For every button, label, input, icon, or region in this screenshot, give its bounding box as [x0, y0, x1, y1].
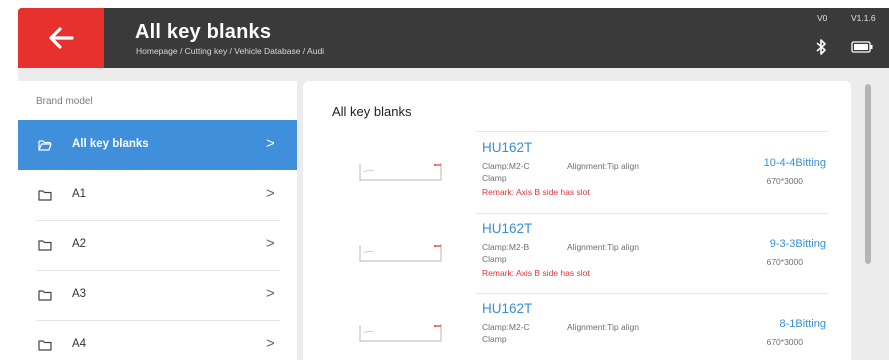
remark-text: Remark: Axis B side has slot: [482, 187, 590, 197]
key-blade-icon: [359, 163, 442, 181]
key-model: HU162T: [482, 301, 533, 316]
chevron-right-icon: >: [266, 235, 275, 252]
alignment-info: Alignment:Tip align: [567, 242, 639, 252]
scrollbar-thumb[interactable]: [865, 84, 871, 264]
device-frame: All key blanks Homepage / Cutting key / …: [0, 0, 889, 360]
sidebar-item-label: A3: [72, 288, 87, 300]
clamp-note: Clamp: [482, 334, 507, 344]
sidebar-item-label: A1: [72, 188, 87, 200]
brand-model-sidebar: Brand model All key blanks > A1 > A2 > A…: [18, 81, 297, 360]
arrow-left-icon: [49, 27, 74, 49]
sidebar-item-label: All key blanks: [72, 138, 149, 150]
clamp-info: Clamp:M2-B: [482, 242, 530, 252]
key-blade-icon: [359, 244, 442, 262]
chevron-right-icon: >: [266, 135, 275, 152]
size-info: 670*3000: [766, 337, 803, 347]
remark-text: Remark: Axis B side has slot: [482, 268, 590, 278]
sidebar-item-all-key-blanks[interactable]: All key blanks >: [18, 120, 297, 170]
sidebar-item-label: A2: [72, 238, 87, 250]
chevron-right-icon: >: [266, 335, 275, 352]
sidebar-heading: Brand model: [36, 96, 93, 107]
clamp-note: Clamp: [482, 254, 507, 264]
size-info: 670*3000: [766, 257, 803, 267]
bitting-info: 10-4-4Bitting: [763, 157, 826, 169]
sidebar-item-label: A4: [72, 338, 87, 350]
key-blade-icon: [359, 324, 442, 342]
folder-icon: [38, 190, 52, 201]
key-model: HU162T: [482, 140, 533, 155]
key-blank-row[interactable]: HU162T Clamp:M2-C Alignment:Tip align Cl…: [303, 294, 851, 360]
version-number: V1.1.6: [851, 13, 876, 23]
top-bar: All key blanks Homepage / Cutting key / …: [18, 8, 889, 68]
clamp-info: Clamp:M2-C: [482, 161, 530, 171]
folder-open-icon: [38, 140, 52, 151]
size-info: 670*3000: [766, 176, 803, 186]
back-button[interactable]: [18, 8, 104, 68]
sidebar-item-a4[interactable]: A4 >: [18, 320, 297, 360]
folder-icon: [38, 240, 52, 251]
alignment-info: Alignment:Tip align: [567, 322, 639, 332]
chevron-right-icon: >: [266, 285, 275, 302]
key-model: HU162T: [482, 221, 533, 236]
version-label: V0: [817, 13, 828, 23]
sidebar-item-a3[interactable]: A3 >: [18, 270, 297, 320]
chevron-right-icon: >: [266, 185, 275, 202]
key-blank-row[interactable]: HU162T Clamp:M2-B Alignment:Tip align Cl…: [303, 214, 851, 294]
alignment-info: Alignment:Tip align: [567, 161, 639, 171]
breadcrumb: Homepage / Cutting key / Vehicle Databas…: [136, 46, 325, 56]
key-blank-list-panel: All key blanks HU162T Clamp:M2-C Alignme…: [303, 81, 851, 360]
battery-icon: [851, 41, 873, 53]
clamp-note: Clamp: [482, 173, 507, 183]
folder-icon: [38, 340, 52, 351]
key-blank-row[interactable]: HU162T Clamp:M2-C Alignment:Tip align Cl…: [303, 133, 851, 213]
bitting-info: 9-3-3Bitting: [769, 238, 826, 250]
bluetooth-icon[interactable]: [815, 38, 827, 56]
folder-icon: [38, 290, 52, 301]
list-title: All key blanks: [332, 104, 412, 119]
sidebar-item-a1[interactable]: A1 >: [18, 170, 297, 220]
sidebar-item-a2[interactable]: A2 >: [18, 220, 297, 270]
bitting-info: 8-1Bitting: [779, 318, 826, 330]
divider: [476, 131, 828, 132]
page-title: All key blanks: [135, 21, 272, 43]
clamp-info: Clamp:M2-C: [482, 322, 530, 332]
app-screen: All key blanks Homepage / Cutting key / …: [18, 8, 889, 360]
